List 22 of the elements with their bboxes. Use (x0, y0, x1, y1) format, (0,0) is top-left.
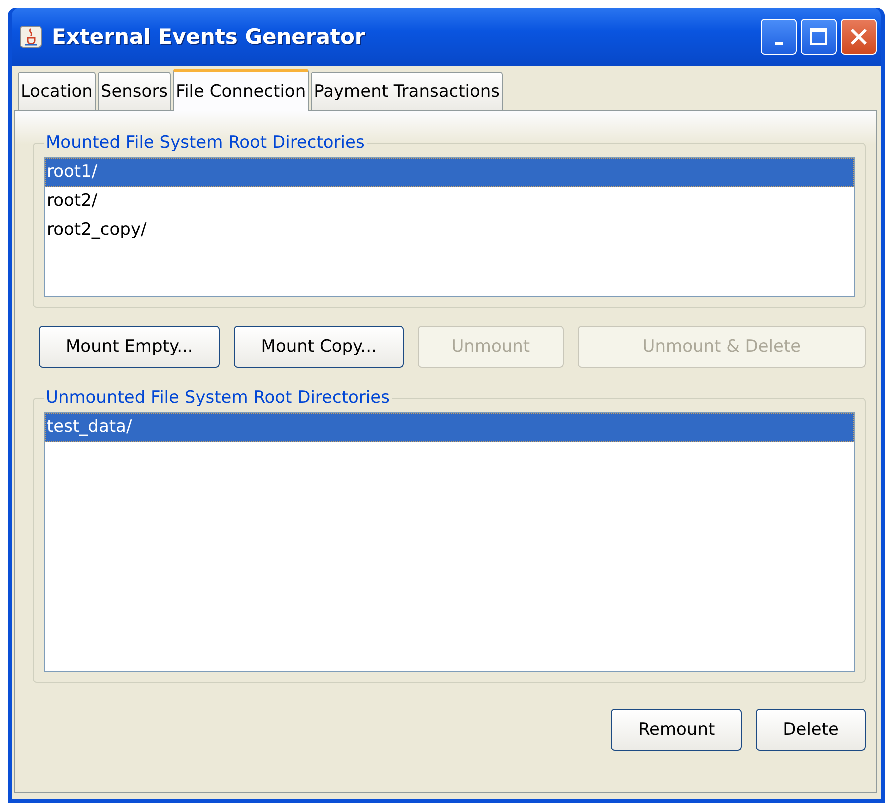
group-title: Mounted File System Root Directories (45, 133, 366, 153)
tab[interactable]: Location (18, 72, 96, 110)
maximize-icon (810, 28, 828, 46)
list-item[interactable]: root1/ (45, 158, 854, 187)
action-button[interactable]: Delete (756, 709, 866, 751)
tab[interactable]: Payment Transactions (311, 72, 504, 110)
minimize-button[interactable] (761, 19, 797, 55)
group-title: Unmounted File System Root Directories (45, 388, 391, 408)
action-button[interactable]: Remount (611, 709, 742, 751)
window-title: External Events Generator (52, 25, 366, 49)
close-icon (850, 28, 868, 46)
tab[interactable]: File Connection (173, 69, 310, 111)
list-item[interactable]: root2_copy/ (45, 216, 854, 245)
minimize-icon (775, 42, 783, 44)
action-button[interactable]: Mount Empty... (39, 326, 220, 368)
close-button[interactable] (841, 19, 877, 55)
tab[interactable]: Sensors (98, 72, 172, 110)
list-item[interactable]: root2/ (45, 187, 854, 216)
cup-icon (20, 26, 42, 48)
list-item[interactable]: test_data/ (45, 413, 854, 442)
action-button[interactable]: Mount Copy... (234, 326, 404, 368)
maximize-button[interactable] (801, 19, 837, 55)
